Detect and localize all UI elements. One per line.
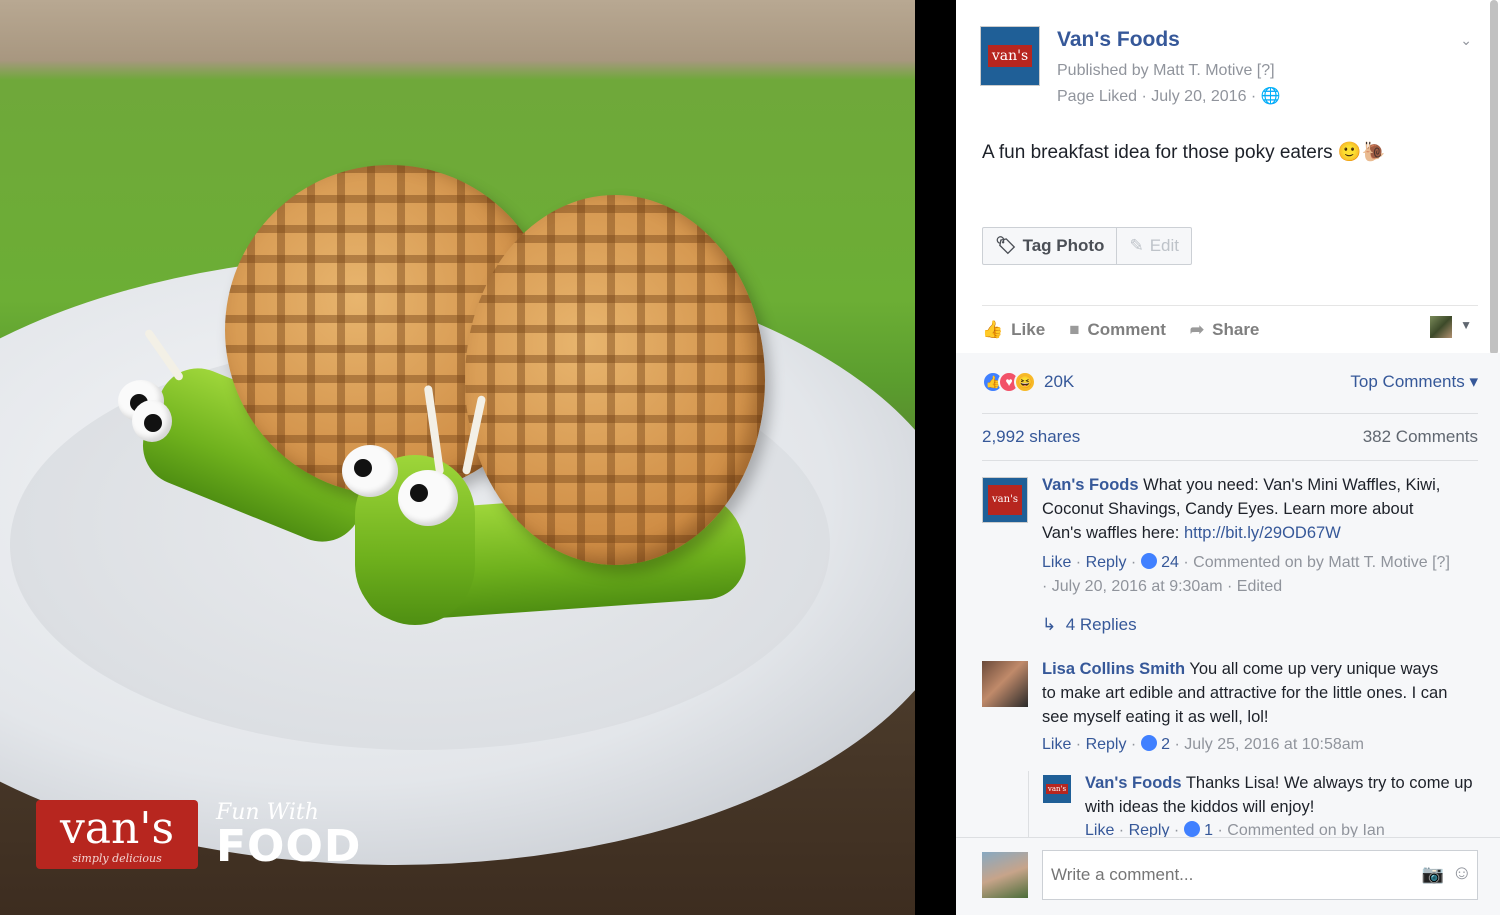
post-caption: A fun breakfast idea for those poky eate… bbox=[982, 142, 1386, 163]
comment-author[interactable]: Lisa Collins Smith bbox=[1042, 660, 1185, 678]
comment-item: van's Van's Foods What you need: Van's M… bbox=[982, 473, 1452, 599]
comment-item: Lisa Collins Smith You all come up very … bbox=[982, 657, 1452, 757]
page-liked-text: Page Liked · July 20, 2016 · bbox=[1057, 88, 1261, 105]
page-name-link[interactable]: Van's Foods bbox=[1057, 28, 1180, 52]
comment-link[interactable]: http://bit.ly/29OD67W bbox=[1184, 524, 1341, 542]
candy-eye bbox=[132, 400, 172, 442]
haha-reaction-icon[interactable]: 😆 bbox=[1014, 371, 1036, 393]
fun-with-food-logo: Fun With FOOD bbox=[216, 800, 361, 869]
globe-icon: 🌐 bbox=[1260, 88, 1281, 105]
like-label: Like bbox=[1011, 319, 1046, 339]
commenter-avatar-text: van's bbox=[988, 485, 1022, 515]
post-side-panel: van's Van's Foods Published by Matt T. M… bbox=[956, 0, 1500, 915]
social-section: 👍 ♥ 😆 20K Top Comments ▾ 2,992 shares 38… bbox=[956, 353, 1500, 915]
comment-like-count[interactable]: 2 bbox=[1161, 736, 1170, 753]
reaction-count[interactable]: 20K bbox=[1044, 372, 1074, 392]
comment-like-link[interactable]: Like bbox=[1042, 736, 1071, 753]
candy-eye bbox=[342, 445, 398, 497]
scrollbar[interactable] bbox=[1490, 0, 1498, 355]
shares-count[interactable]: 2,992 shares bbox=[982, 427, 1080, 447]
reply-author[interactable]: Van's Foods bbox=[1085, 774, 1182, 792]
vans-logo: van's simply delicious bbox=[36, 800, 198, 869]
action-bar: 👍 Like ■ Comment ➦ Share ▼ bbox=[982, 305, 1478, 353]
comment-meta: Like · Reply · 24 · Commented on by Matt… bbox=[1042, 553, 1450, 595]
published-by: Published by Matt T. Motive [?] bbox=[1057, 62, 1275, 79]
current-user-avatar[interactable] bbox=[982, 852, 1028, 898]
share-button[interactable]: ➦ Share bbox=[1190, 320, 1260, 340]
comment-author[interactable]: Van's Foods bbox=[1042, 476, 1139, 494]
pencil-icon: ✎ bbox=[1129, 236, 1144, 255]
post-photo[interactable]: van's simply delicious Fun With FOOD bbox=[0, 0, 915, 915]
reply-item: van's Van's Foods Thanks Lisa! We always… bbox=[1028, 771, 1478, 843]
stats-row: 2,992 shares 382 Comments bbox=[982, 413, 1478, 461]
comment-icon: ■ bbox=[1069, 319, 1080, 339]
top-comments-dropdown[interactable]: Top Comments ▾ bbox=[1350, 372, 1478, 392]
like-count-icon bbox=[1140, 735, 1157, 751]
candy-eye bbox=[398, 470, 458, 526]
photo-actions: 🏷 Tag Photo ✎ Edit bbox=[982, 227, 1192, 265]
tag-photo-label: Tag Photo bbox=[1022, 236, 1105, 255]
comment-meta-text: · July 25, 2016 at 10:58am bbox=[1174, 736, 1364, 753]
brand-watermark: van's simply delicious Fun With FOOD bbox=[36, 800, 361, 869]
comment-like-link[interactable]: Like bbox=[1042, 554, 1071, 571]
comment-body: Lisa Collins Smith You all come up very … bbox=[1042, 657, 1452, 729]
comment-button[interactable]: ■ Comment bbox=[1069, 320, 1166, 340]
replies-count: 4 Replies bbox=[1065, 615, 1137, 634]
tag-icon: 🏷 bbox=[995, 236, 1017, 255]
edit-label: Edit bbox=[1149, 236, 1179, 255]
comment-reply-link[interactable]: Reply bbox=[1086, 736, 1127, 753]
edit-button[interactable]: ✎ Edit bbox=[1116, 228, 1191, 264]
reactions-row: 👍 ♥ 😆 20K Top Comments ▾ bbox=[982, 367, 1478, 397]
page-avatar[interactable]: van's bbox=[980, 26, 1040, 86]
view-replies-link[interactable]: ↳ 4 Replies bbox=[1042, 615, 1137, 635]
commenter-avatar[interactable] bbox=[982, 661, 1028, 707]
brand-name: van's bbox=[59, 803, 175, 854]
post-as-avatar[interactable] bbox=[1430, 316, 1452, 338]
reply-arrow-icon: ↳ bbox=[1042, 615, 1057, 634]
brand-food-text: FOOD bbox=[216, 821, 362, 872]
chevron-down-icon[interactable]: ⌄ bbox=[1460, 32, 1472, 49]
commenter-avatar[interactable]: van's bbox=[982, 477, 1028, 523]
post-header: van's Van's Foods Published by Matt T. M… bbox=[980, 24, 1480, 106]
comments-count[interactable]: 382 Comments bbox=[1363, 427, 1478, 447]
smile-icon[interactable]: ☺ bbox=[1452, 862, 1472, 885]
like-count-icon bbox=[1183, 821, 1200, 837]
comment-body: Van's Foods What you need: Van's Mini Wa… bbox=[1042, 473, 1452, 545]
waffle-front bbox=[465, 195, 765, 565]
comment-reply-link[interactable]: Reply bbox=[1086, 554, 1127, 571]
comment-label: Comment bbox=[1087, 319, 1166, 339]
like-button[interactable]: 👍 Like bbox=[982, 320, 1045, 340]
reply-body: Van's Foods Thanks Lisa! We always try t… bbox=[1085, 771, 1478, 819]
top-comments-label: Top Comments bbox=[1350, 372, 1465, 391]
comment-like-count[interactable]: 24 bbox=[1161, 554, 1179, 571]
share-label: Share bbox=[1212, 319, 1260, 339]
comment-input[interactable] bbox=[1042, 850, 1478, 900]
comment-meta: Like · Reply · 2 · July 25, 2016 at 10:5… bbox=[1042, 735, 1364, 753]
comment-composer: 📷 ☺ bbox=[956, 837, 1500, 915]
reply-avatar[interactable]: van's bbox=[1043, 775, 1071, 803]
tag-photo-button[interactable]: 🏷 Tag Photo bbox=[983, 228, 1116, 264]
page-liked-date: Page Liked · July 20, 2016 · 🌐 bbox=[1057, 86, 1281, 106]
thumbs-up-icon: 👍 bbox=[982, 319, 1004, 339]
reply-avatar-text: van's bbox=[1045, 784, 1069, 794]
share-icon: ➦ bbox=[1189, 319, 1205, 339]
camera-icon[interactable]: 📷 bbox=[1422, 864, 1444, 885]
page-avatar-text: van's bbox=[987, 45, 1033, 67]
like-count-icon bbox=[1140, 553, 1157, 569]
caret-down-icon[interactable]: ▼ bbox=[1460, 318, 1472, 332]
